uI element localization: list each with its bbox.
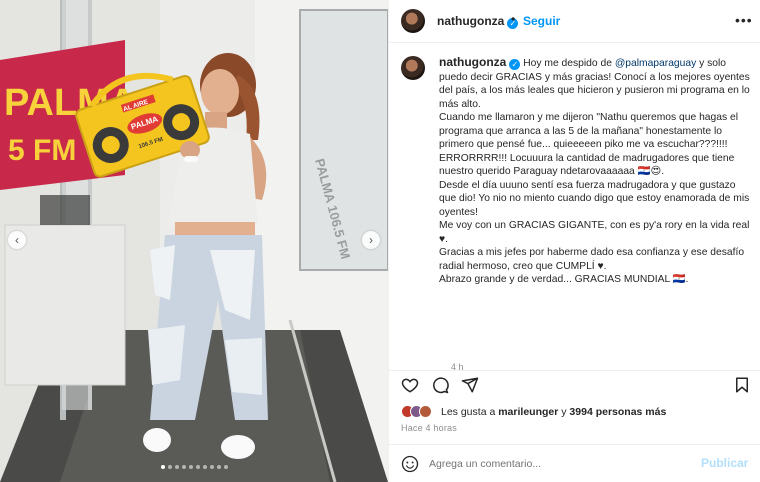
publish-button[interactable]: Publicar [701,456,748,470]
carousel-dot [189,465,193,469]
caption-paragraph-5: Me voy con un GRACIAS GIGANTE, con es py… [439,220,750,245]
banner-subtext: 5 FM [8,134,76,167]
avatar [419,405,432,418]
carousel-dot [203,465,207,469]
caption-paragraph-4: Desde el día uuuno sentí esa fuerza madr… [439,179,750,218]
header-username-text[interactable]: nathugonza [437,14,504,28]
caption-text: nathugonza ✓ Hoy me despido de @palmapara… [439,55,755,287]
more-horizontal-icon[interactable]: ••• [735,12,753,28]
chevron-right-icon[interactable]: › [362,231,380,249]
heart-icon[interactable] [401,376,419,394]
action-bar [389,370,760,398]
carousel-dot [217,465,221,469]
carousel-dot [182,465,186,469]
carousel-dots [161,465,228,469]
comment-input[interactable] [429,456,689,472]
verified-badge-icon: ✓ [509,59,521,70]
comment-icon[interactable] [431,376,449,394]
carousel-dot [168,465,172,469]
likes-prefix: Les gusta a [441,406,496,418]
follow-button[interactable]: Seguir [523,14,560,28]
caption-paragraph-6: Gracias a mis jefes por haberme dado esa… [439,247,745,272]
header-username[interactable]: nathugonza ✓ [437,14,519,29]
likes-count[interactable]: 3994 personas más [569,406,666,418]
post-header: nathugonza ✓ • Seguir ••• [389,0,760,43]
caption-paragraph-7: Abrazo grande y de verdad... GRACIAS MUN… [439,274,689,285]
post-sidebar: nathugonza ✓ • Seguir ••• nathugonza ✓ Hoy… [388,0,760,482]
likes-user[interactable]: marileunger [498,406,558,418]
caption-paragraph-2: Cuando me llamaron y me dijeron "Nathu q… [439,112,739,150]
likes-middle: y [561,406,567,418]
emoji-icon[interactable] [401,455,419,473]
chevron-left-icon[interactable]: ‹ [8,231,26,249]
carousel-dot [175,465,179,469]
header-separator: • [511,12,516,26]
avatar[interactable] [401,9,425,33]
photo-illustration: PALMA 5 FM PALMA 106.5 FM AL AIRE PALMA … [0,0,388,482]
carousel-dot [224,465,228,469]
bookmark-icon[interactable] [733,376,751,394]
caption-mention[interactable]: @palmaparaguay [615,58,696,69]
caption-avatar[interactable] [401,56,425,80]
caption-part1: Hoy me despido de [523,58,612,69]
share-icon[interactable] [461,376,479,394]
carousel-dot [161,465,165,469]
carousel-dot [210,465,214,469]
caption-username[interactable]: nathugonza [439,55,506,69]
carousel-dot [196,465,200,469]
posted-time: Hace 4 horas [401,423,457,433]
post-photo[interactable]: PALMA 5 FM PALMA 106.5 FM AL AIRE PALMA … [0,0,388,482]
comment-bar: Publicar [389,444,760,482]
caption-paragraph-3: ERRORRRR!!! Locuuura la cantidad de madr… [439,152,735,178]
likes-text[interactable]: Les gusta a marileunger y 3994 personas … [441,406,666,418]
